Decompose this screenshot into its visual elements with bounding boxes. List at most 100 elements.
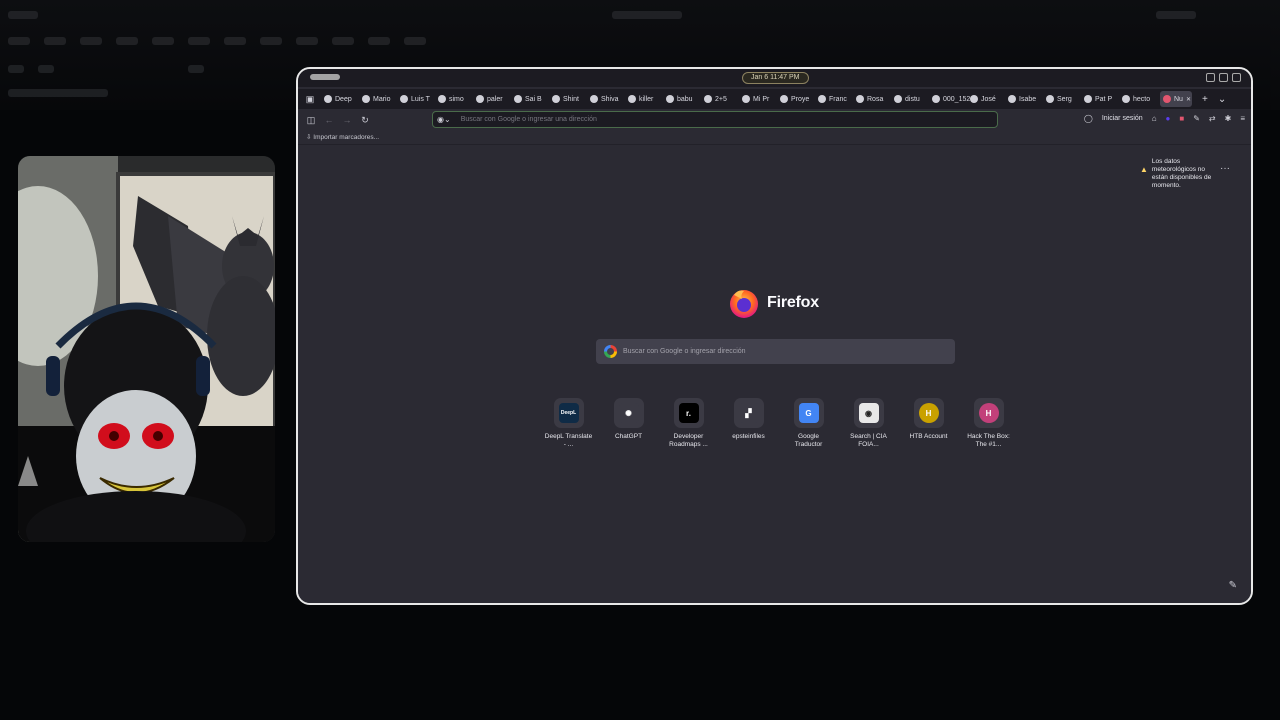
shortcut-tile-bg[interactable]: ◉ (853, 398, 884, 428)
save-to-pocket-icon[interactable]: ⌂ (1152, 114, 1157, 123)
extension-4-icon[interactable]: ⇄ (1209, 114, 1216, 123)
tab-14[interactable]: Rosa (856, 91, 894, 107)
tab-label: Shiva (601, 95, 619, 103)
weather-message: Los datos meteorológicos no están dispon… (1151, 158, 1212, 189)
shortcut-tile[interactable]: ▞ epsteinfiles (726, 398, 771, 449)
shortcut-tile[interactable]: H HTB Account (906, 398, 951, 449)
shortcut-label: Hack The Box: The #1... (967, 433, 1010, 448)
search-engine-icon[interactable]: ◉⌄ (437, 115, 451, 124)
tab-15[interactable]: distu (894, 91, 932, 107)
chevron-down-icon[interactable]: ⌄ (1218, 94, 1226, 105)
tab-4[interactable]: paler (476, 91, 514, 107)
tab-label: 2+5 (715, 95, 727, 103)
tab-9[interactable]: babu (666, 91, 704, 107)
window-dots-icon[interactable] (310, 74, 340, 80)
cia-icon: ◉ (858, 403, 879, 423)
tab-favicon-icon (666, 95, 674, 103)
extension-2-icon[interactable]: ■ (1179, 114, 1184, 123)
tab-1[interactable]: Mario (362, 91, 400, 107)
shortcut-tile-bg[interactable]: ▞ (733, 398, 764, 428)
customize-icon[interactable]: ✎ (1229, 580, 1237, 591)
extensions-icon[interactable]: ✱ (1225, 114, 1232, 123)
tab-12[interactable]: Proye (780, 91, 818, 107)
bookmarks-toolbar: ⇩ Importar marcadores... (298, 131, 1251, 145)
tab-label: Deep (335, 95, 352, 103)
nav-bar: ◫ ← → ↻ ◉⌄ Buscar con Google o ingresar … (298, 109, 1251, 131)
tab-label: hecto (1133, 95, 1151, 103)
chatgpt-icon: ✺ (618, 403, 639, 423)
hackthebox-icon: H (978, 403, 999, 423)
menu-icon[interactable]: ≡ (1240, 114, 1245, 123)
tab-favicon-icon (1084, 95, 1092, 103)
shortcut-tile[interactable]: H Hack The Box: The #1... (966, 398, 1011, 449)
tab-label: simo (449, 95, 464, 103)
tab-5[interactable]: Sai B (514, 91, 552, 107)
google-translate-icon: G (798, 403, 819, 423)
tab-0[interactable]: Deep (324, 91, 362, 107)
shortcut-tile[interactable]: G Google Traductor (786, 398, 831, 449)
shortcut-tile-bg[interactable]: ✺ (613, 398, 644, 428)
forward-icon[interactable]: → (340, 115, 354, 125)
extension-3-icon[interactable]: ✎ (1193, 114, 1200, 123)
tab-label: Mi Pr (753, 95, 770, 103)
shortcut-tile[interactable]: r. Developer Roadmaps ... (666, 398, 711, 449)
tab-13[interactable]: Franc (818, 91, 856, 107)
tab-10[interactable]: 2+5 (704, 91, 742, 107)
tab-3[interactable]: simo (438, 91, 476, 107)
tab-19[interactable]: Serg (1046, 91, 1084, 107)
sidebar-toggle-icon[interactable]: ◫ (304, 115, 318, 126)
address-bar[interactable]: ◉⌄ Buscar con Google o ingresar una dire… (432, 111, 998, 128)
firefox-icon (730, 290, 758, 318)
minimize-icon[interactable] (1206, 73, 1215, 82)
shortcut-tile-bg[interactable]: r. (673, 398, 704, 428)
webcam-feed (18, 156, 275, 542)
import-bookmarks-link[interactable]: Importar marcadores... (313, 134, 379, 141)
tab-label: paler (487, 95, 503, 103)
tab-list-icon[interactable]: ▣ (304, 93, 316, 105)
shortcut-label: DeepL Translate - ... (544, 433, 593, 448)
shortcut-tile-bg[interactable]: G (793, 398, 824, 428)
tab-favicon-icon (780, 95, 788, 103)
tab-7[interactable]: Shiva (590, 91, 628, 107)
tab-22[interactable]: Nu ✕ (1160, 91, 1192, 107)
tab-label: José (981, 95, 996, 103)
shortcut-tile[interactable]: DeepL DeepL Translate - ... (544, 398, 593, 449)
shortcut-tile-bg[interactable]: H (973, 398, 1004, 428)
tab-favicon-icon (476, 95, 484, 103)
new-tab-page: ▲ Los datos meteorológicos no están disp… (298, 145, 1251, 603)
shortcut-tile-bg[interactable]: H (913, 398, 944, 428)
tab-21[interactable]: hecto (1122, 91, 1160, 107)
newtab-search-input[interactable]: Buscar con Google o ingresar dirección (596, 339, 955, 364)
tab-favicon-icon (894, 95, 902, 103)
close-tab-icon[interactable]: ✕ (1186, 96, 1191, 103)
shortcut-tile-bg[interactable]: DeepL (553, 398, 584, 428)
tab-17[interactable]: José (970, 91, 1008, 107)
tab-2[interactable]: Luis T (400, 91, 438, 107)
tab-label: Serg (1057, 95, 1072, 103)
close-window-icon[interactable] (1232, 73, 1241, 82)
shortcut-tile[interactable]: ◉ Search | CIA FOIA... (846, 398, 891, 449)
tab-favicon-icon (818, 95, 826, 103)
weather-menu-icon[interactable]: ··· (1220, 163, 1230, 174)
tab-favicon-icon (514, 95, 522, 103)
tab-11[interactable]: Mi Pr (742, 91, 780, 107)
account-icon[interactable]: ◯ (1084, 114, 1093, 123)
system-clock[interactable]: Jan 6 11:47 PM (742, 72, 809, 84)
tab-16[interactable]: 000_152 (932, 91, 970, 107)
new-tab-icon[interactable]: + (1202, 94, 1208, 105)
tab-6[interactable]: Shint (552, 91, 590, 107)
maximize-icon[interactable] (1219, 73, 1228, 82)
signin-button[interactable]: Iniciar sesión (1102, 115, 1143, 122)
shortcut-tile[interactable]: ✺ ChatGPT (606, 398, 651, 449)
back-icon[interactable]: ← (322, 115, 336, 125)
tab-18[interactable]: Isabe (1008, 91, 1046, 107)
tab-8[interactable]: killer (628, 91, 666, 107)
tab-label: Pat P (1095, 95, 1113, 103)
shortcut-label: HTB Account (909, 433, 948, 440)
tab-label: Rosa (867, 95, 884, 103)
reload-icon[interactable]: ↻ (358, 115, 372, 126)
firefox-wordmark: Firefox (767, 294, 819, 311)
extension-1-icon[interactable]: ● (1166, 114, 1171, 123)
tab-20[interactable]: Pat P (1084, 91, 1122, 107)
tab-favicon-icon (1163, 95, 1171, 103)
